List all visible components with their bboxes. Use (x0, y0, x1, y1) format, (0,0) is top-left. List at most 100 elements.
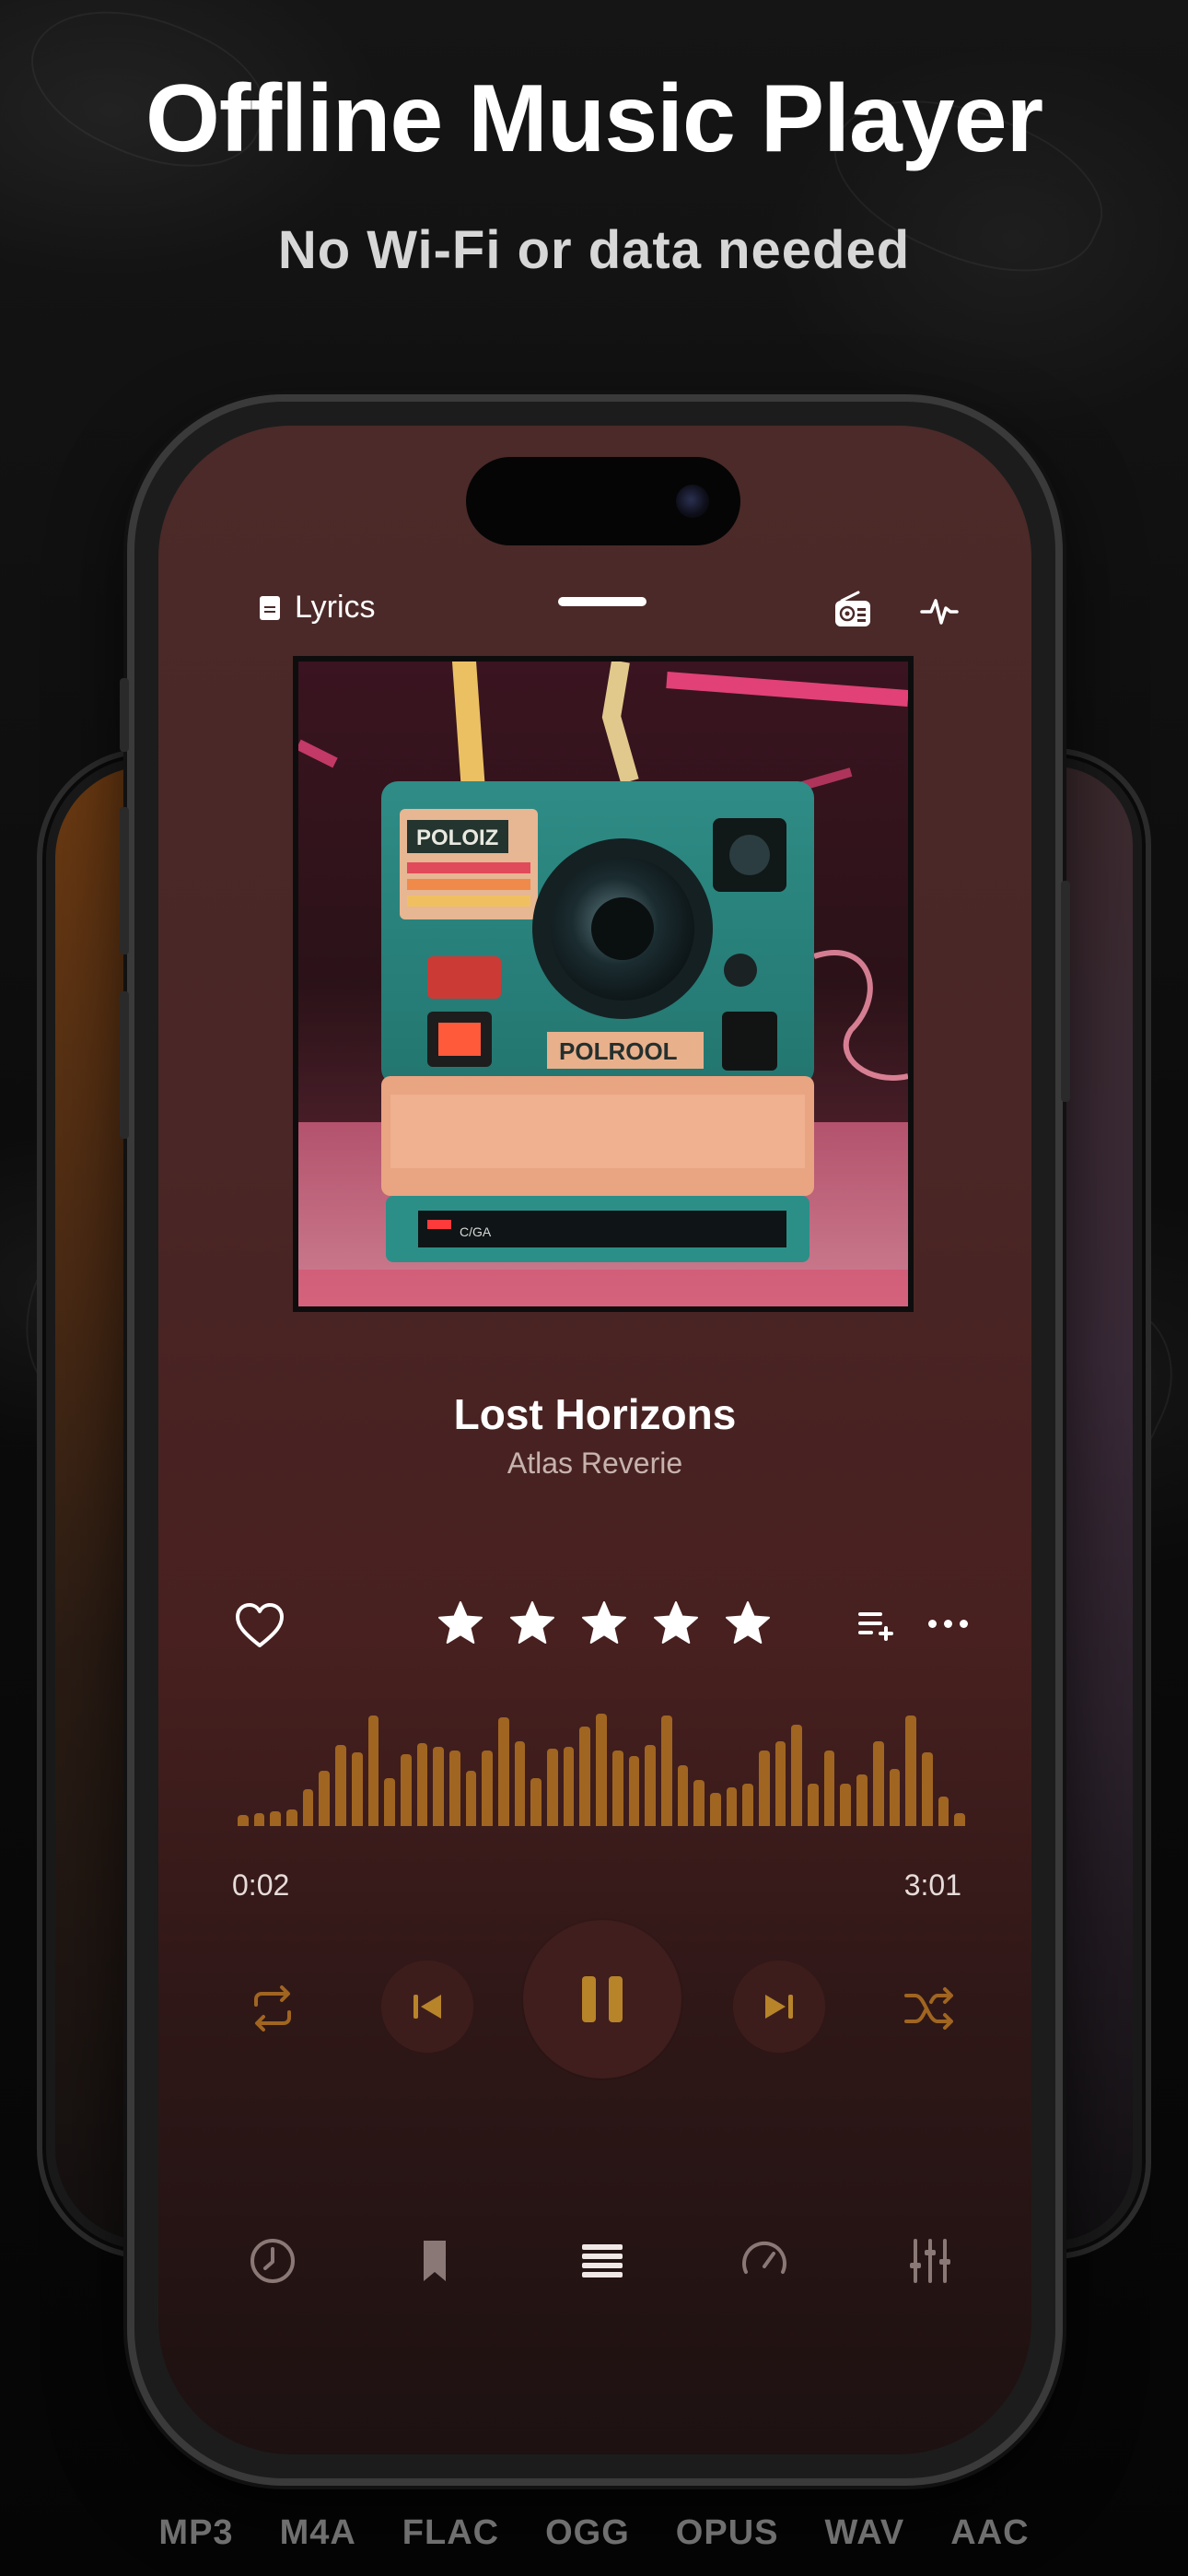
pause-button[interactable] (523, 1920, 681, 2078)
waveform-bar (808, 1784, 819, 1826)
waveform-bar (872, 1741, 884, 1826)
waveform-bar (416, 1743, 428, 1826)
waveform-bar (335, 1745, 346, 1826)
format-label: MP3 (158, 2513, 234, 2552)
waveform-bar (433, 1747, 444, 1826)
artwork-label-top: POLOIZ (416, 825, 498, 850)
phone-side-button (120, 807, 129, 954)
waveform-bar (938, 1797, 949, 1826)
waveform-bar (742, 1784, 753, 1826)
tab-bookmarks[interactable] (407, 2233, 462, 2289)
star-icon[interactable] (580, 1599, 628, 1647)
waveform-bar (660, 1715, 672, 1826)
waveform-bar (482, 1751, 493, 1826)
waveform-bar (302, 1789, 314, 1826)
add-to-queue-icon[interactable] (856, 1609, 897, 1642)
album-artwork: POLOIZ POLROOL C/GA (293, 656, 914, 1312)
album-artwork-image: POLOIZ POLROOL C/GA (298, 662, 908, 1306)
sheet-grabber[interactable] (558, 597, 646, 606)
star-icon[interactable] (508, 1599, 556, 1647)
waveform-bar (709, 1793, 721, 1826)
format-label: OGG (545, 2513, 630, 2552)
waveform-bar (840, 1784, 852, 1826)
player-screen: Lyrics POLOIZ POLROOL C/GA Lost Horizons… (158, 426, 1031, 2454)
format-label: M4A (279, 2513, 356, 2552)
format-label: WAV (824, 2513, 905, 2552)
artwork-label-bottom: C/GA (460, 1224, 492, 1239)
waveform-bar (514, 1741, 526, 1826)
waveform-bar (921, 1752, 933, 1826)
waveform-bar (889, 1769, 901, 1826)
next-button[interactable] (733, 1961, 825, 2053)
waveform-bar (270, 1811, 282, 1826)
hero-subtitle: No Wi-Fi or data needed (277, 220, 911, 280)
waveform-bar (596, 1714, 607, 1826)
star-icon[interactable] (652, 1599, 700, 1647)
song-artist[interactable]: Atlas Reverie (158, 1446, 1031, 1481)
waveform-bar (579, 1727, 591, 1826)
phone-side-button (120, 991, 129, 1139)
waveform-bar (856, 1774, 868, 1826)
waveform-bar (530, 1778, 542, 1826)
format-label: AAC (950, 2513, 1030, 2552)
waveform-bar (726, 1787, 738, 1826)
front-camera (676, 485, 709, 518)
pulse-icon[interactable] (919, 590, 960, 630)
phone-side-button (1061, 881, 1070, 1102)
waveform-bar (238, 1815, 249, 1826)
waveform-bar (498, 1717, 509, 1826)
waveform-bar (759, 1751, 770, 1826)
duration-time: 3:01 (903, 1868, 961, 1902)
waveform-bar (693, 1780, 705, 1826)
tab-library[interactable] (575, 2233, 630, 2289)
waveform-bar (319, 1771, 331, 1826)
lyrics-label: Lyrics (295, 590, 376, 625)
waveform-bar (286, 1809, 297, 1826)
phone-side-button (120, 678, 129, 752)
waveform-bar (677, 1765, 689, 1826)
waveform-bar (563, 1747, 575, 1826)
waveform-scrubber[interactable] (238, 1708, 965, 1826)
tab-bar (158, 2233, 1031, 2307)
song-title: Lost Horizons (453, 1390, 737, 1438)
waveform-bar (791, 1725, 803, 1826)
waveform-bar (448, 1751, 460, 1826)
waveform-bar (645, 1745, 656, 1826)
hero-title: Offline Music Player (145, 65, 1043, 172)
next-icon (765, 1995, 793, 2019)
dynamic-island (466, 457, 740, 545)
waveform-bar (400, 1754, 412, 1826)
artwork-label-front: POLROOL (559, 1037, 678, 1065)
star-icon[interactable] (437, 1599, 484, 1647)
rating-stars[interactable] (437, 1599, 772, 1647)
repeat-icon[interactable] (245, 1983, 300, 2034)
tab-history[interactable] (245, 2233, 300, 2289)
lyrics-button[interactable]: Lyrics (260, 590, 376, 626)
elapsed-time: 0:02 (232, 1868, 290, 1902)
waveform-bar (628, 1756, 640, 1826)
waveform-bar (954, 1813, 965, 1826)
waveform-bar (384, 1778, 395, 1826)
waveform-bar (611, 1751, 623, 1826)
waveform-bar (547, 1749, 558, 1826)
more-icon[interactable] (928, 1620, 968, 1628)
radio-icon[interactable] (833, 590, 873, 630)
supported-formats: MP3 M4A FLAC OGG OPUS WAV AAC (0, 2513, 1188, 2553)
document-icon (260, 595, 280, 620)
heart-icon[interactable] (234, 1601, 285, 1651)
previous-button[interactable] (381, 1961, 473, 2053)
tab-speed[interactable] (737, 2233, 792, 2289)
shuffle-icon[interactable] (903, 1983, 958, 2034)
waveform-bar (465, 1771, 477, 1826)
waveform-bar (367, 1715, 379, 1826)
pause-icon (582, 1976, 623, 2022)
waveform-bar (905, 1715, 916, 1826)
waveform-bar (253, 1813, 265, 1826)
star-icon[interactable] (724, 1599, 772, 1647)
tab-equalizer[interactable] (903, 2233, 958, 2289)
waveform-bar (823, 1751, 835, 1826)
waveform-bar (351, 1752, 363, 1826)
waveform-bar (775, 1741, 786, 1826)
phone-frame: Lyrics POLOIZ POLROOL C/GA Lost Horizons… (120, 394, 1070, 2486)
format-label: FLAC (402, 2513, 500, 2552)
